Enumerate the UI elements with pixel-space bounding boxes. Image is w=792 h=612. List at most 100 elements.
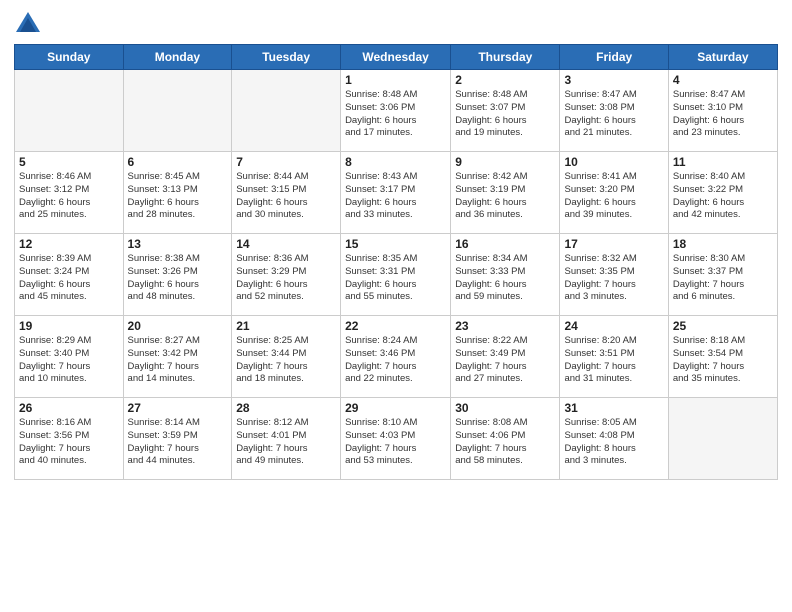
calendar-cell: 11 Sunrise: 8:40 AM Sunset: 3:22 PM Dayli… xyxy=(668,152,777,234)
day-number: 6 xyxy=(128,155,228,169)
calendar-cell: 26 Sunrise: 8:16 AM Sunset: 3:56 PM Dayli… xyxy=(15,398,124,480)
day-info: Sunrise: 8:43 AM Sunset: 3:17 PM Dayligh… xyxy=(345,171,446,222)
day-info: Sunrise: 8:16 AM Sunset: 3:56 PM Dayligh… xyxy=(19,417,119,468)
logo xyxy=(14,10,46,38)
page: SundayMondayTuesdayWednesdayThursdayFrid… xyxy=(0,0,792,612)
calendar-cell: 31 Sunrise: 8:05 AM Sunset: 4:08 PM Dayli… xyxy=(560,398,668,480)
calendar-cell: 7Sunrise: 8:44 AM Sunset: 3:15 PM Daylig… xyxy=(232,152,341,234)
logo-icon xyxy=(14,10,42,38)
day-info: Sunrise: 8:05 AM Sunset: 4:08 PM Dayligh… xyxy=(564,417,663,468)
day-info: Sunrise: 8:42 AM Sunset: 3:19 PM Dayligh… xyxy=(455,171,555,222)
weekday-sunday: Sunday xyxy=(15,45,124,70)
calendar-cell: 14 Sunrise: 8:36 AM Sunset: 3:29 PM Dayli… xyxy=(232,234,341,316)
weekday-friday: Friday xyxy=(560,45,668,70)
day-info: Sunrise: 8:45 AM Sunset: 3:13 PM Dayligh… xyxy=(128,171,228,222)
day-number: 30 xyxy=(455,401,555,415)
calendar-cell: 17 Sunrise: 8:32 AM Sunset: 3:35 PM Dayli… xyxy=(560,234,668,316)
calendar-cell: 23 Sunrise: 8:22 AM Sunset: 3:49 PM Dayli… xyxy=(451,316,560,398)
calendar-cell: 25 Sunrise: 8:18 AM Sunset: 3:54 PM Dayli… xyxy=(668,316,777,398)
calendar-cell xyxy=(123,70,232,152)
calendar-cell: 21Sunrise: 8:25 AM Sunset: 3:44 PM Dayli… xyxy=(232,316,341,398)
day-info: Sunrise: 8:48 AM Sunset: 3:06 PM Dayligh… xyxy=(345,89,446,140)
calendar-cell: 5Sunrise: 8:46 AM Sunset: 3:12 PM Daylig… xyxy=(15,152,124,234)
calendar-cell: 9 Sunrise: 8:42 AM Sunset: 3:19 PM Daylig… xyxy=(451,152,560,234)
day-info: Sunrise: 8:32 AM Sunset: 3:35 PM Dayligh… xyxy=(564,253,663,304)
calendar-cell: 10 Sunrise: 8:41 AM Sunset: 3:20 PM Dayli… xyxy=(560,152,668,234)
weekday-monday: Monday xyxy=(123,45,232,70)
day-info: Sunrise: 8:08 AM Sunset: 4:06 PM Dayligh… xyxy=(455,417,555,468)
day-info: Sunrise: 8:40 AM Sunset: 3:22 PM Dayligh… xyxy=(673,171,773,222)
day-number: 31 xyxy=(564,401,663,415)
day-number: 2 xyxy=(455,73,555,87)
day-info: Sunrise: 8:30 AM Sunset: 3:37 PM Dayligh… xyxy=(673,253,773,304)
day-info: Sunrise: 8:12 AM Sunset: 4:01 PM Dayligh… xyxy=(236,417,336,468)
day-number: 14 xyxy=(236,237,336,251)
weekday-header-row: SundayMondayTuesdayWednesdayThursdayFrid… xyxy=(15,45,778,70)
calendar-cell: 12 Sunrise: 8:39 AM Sunset: 3:24 PM Dayli… xyxy=(15,234,124,316)
calendar-cell: 30 Sunrise: 8:08 AM Sunset: 4:06 PM Dayli… xyxy=(451,398,560,480)
weekday-tuesday: Tuesday xyxy=(232,45,341,70)
day-number: 21 xyxy=(236,319,336,333)
day-info: Sunrise: 8:46 AM Sunset: 3:12 PM Dayligh… xyxy=(19,171,119,222)
weekday-wednesday: Wednesday xyxy=(341,45,451,70)
calendar-cell: 19Sunrise: 8:29 AM Sunset: 3:40 PM Dayli… xyxy=(15,316,124,398)
day-number: 23 xyxy=(455,319,555,333)
calendar-cell: 27Sunrise: 8:14 AM Sunset: 3:59 PM Dayli… xyxy=(123,398,232,480)
calendar-cell: 28 Sunrise: 8:12 AM Sunset: 4:01 PM Dayli… xyxy=(232,398,341,480)
day-info: Sunrise: 8:44 AM Sunset: 3:15 PM Dayligh… xyxy=(236,171,336,222)
week-row-2: 5Sunrise: 8:46 AM Sunset: 3:12 PM Daylig… xyxy=(15,152,778,234)
day-number: 17 xyxy=(564,237,663,251)
day-info: Sunrise: 8:48 AM Sunset: 3:07 PM Dayligh… xyxy=(455,89,555,140)
calendar-cell: 24Sunrise: 8:20 AM Sunset: 3:51 PM Dayli… xyxy=(560,316,668,398)
week-row-4: 19Sunrise: 8:29 AM Sunset: 3:40 PM Dayli… xyxy=(15,316,778,398)
day-number: 13 xyxy=(128,237,228,251)
day-number: 29 xyxy=(345,401,446,415)
day-number: 15 xyxy=(345,237,446,251)
weekday-saturday: Saturday xyxy=(668,45,777,70)
day-info: Sunrise: 8:14 AM Sunset: 3:59 PM Dayligh… xyxy=(128,417,228,468)
calendar-cell: 16 Sunrise: 8:34 AM Sunset: 3:33 PM Dayli… xyxy=(451,234,560,316)
day-number: 9 xyxy=(455,155,555,169)
day-number: 4 xyxy=(673,73,773,87)
day-number: 19 xyxy=(19,319,119,333)
day-info: Sunrise: 8:35 AM Sunset: 3:31 PM Dayligh… xyxy=(345,253,446,304)
day-number: 16 xyxy=(455,237,555,251)
day-number: 25 xyxy=(673,319,773,333)
day-number: 11 xyxy=(673,155,773,169)
calendar-cell: 3Sunrise: 8:47 AM Sunset: 3:08 PM Daylig… xyxy=(560,70,668,152)
day-number: 10 xyxy=(564,155,663,169)
calendar-cell: 20 Sunrise: 8:27 AM Sunset: 3:42 PM Dayli… xyxy=(123,316,232,398)
day-info: Sunrise: 8:22 AM Sunset: 3:49 PM Dayligh… xyxy=(455,335,555,386)
day-number: 22 xyxy=(345,319,446,333)
day-info: Sunrise: 8:24 AM Sunset: 3:46 PM Dayligh… xyxy=(345,335,446,386)
day-number: 18 xyxy=(673,237,773,251)
calendar-cell: 29 Sunrise: 8:10 AM Sunset: 4:03 PM Dayli… xyxy=(341,398,451,480)
calendar-cell xyxy=(668,398,777,480)
day-info: Sunrise: 8:39 AM Sunset: 3:24 PM Dayligh… xyxy=(19,253,119,304)
week-row-1: 1Sunrise: 8:48 AM Sunset: 3:06 PM Daylig… xyxy=(15,70,778,152)
day-number: 3 xyxy=(564,73,663,87)
day-number: 12 xyxy=(19,237,119,251)
day-number: 8 xyxy=(345,155,446,169)
day-number: 28 xyxy=(236,401,336,415)
day-number: 20 xyxy=(128,319,228,333)
day-info: Sunrise: 8:34 AM Sunset: 3:33 PM Dayligh… xyxy=(455,253,555,304)
day-info: Sunrise: 8:27 AM Sunset: 3:42 PM Dayligh… xyxy=(128,335,228,386)
calendar-cell: 4 Sunrise: 8:47 AM Sunset: 3:10 PM Daylig… xyxy=(668,70,777,152)
day-info: Sunrise: 8:18 AM Sunset: 3:54 PM Dayligh… xyxy=(673,335,773,386)
calendar-cell xyxy=(232,70,341,152)
calendar-table: SundayMondayTuesdayWednesdayThursdayFrid… xyxy=(14,44,778,480)
calendar-cell: 13Sunrise: 8:38 AM Sunset: 3:26 PM Dayli… xyxy=(123,234,232,316)
week-row-5: 26 Sunrise: 8:16 AM Sunset: 3:56 PM Dayli… xyxy=(15,398,778,480)
day-info: Sunrise: 8:20 AM Sunset: 3:51 PM Dayligh… xyxy=(564,335,663,386)
day-info: Sunrise: 8:36 AM Sunset: 3:29 PM Dayligh… xyxy=(236,253,336,304)
calendar-cell: 2 Sunrise: 8:48 AM Sunset: 3:07 PM Daylig… xyxy=(451,70,560,152)
day-info: Sunrise: 8:10 AM Sunset: 4:03 PM Dayligh… xyxy=(345,417,446,468)
calendar-cell: 1Sunrise: 8:48 AM Sunset: 3:06 PM Daylig… xyxy=(341,70,451,152)
day-info: Sunrise: 8:47 AM Sunset: 3:10 PM Dayligh… xyxy=(673,89,773,140)
calendar-cell xyxy=(15,70,124,152)
header xyxy=(14,10,778,38)
day-number: 26 xyxy=(19,401,119,415)
day-info: Sunrise: 8:41 AM Sunset: 3:20 PM Dayligh… xyxy=(564,171,663,222)
calendar-cell: 8 Sunrise: 8:43 AM Sunset: 3:17 PM Daylig… xyxy=(341,152,451,234)
